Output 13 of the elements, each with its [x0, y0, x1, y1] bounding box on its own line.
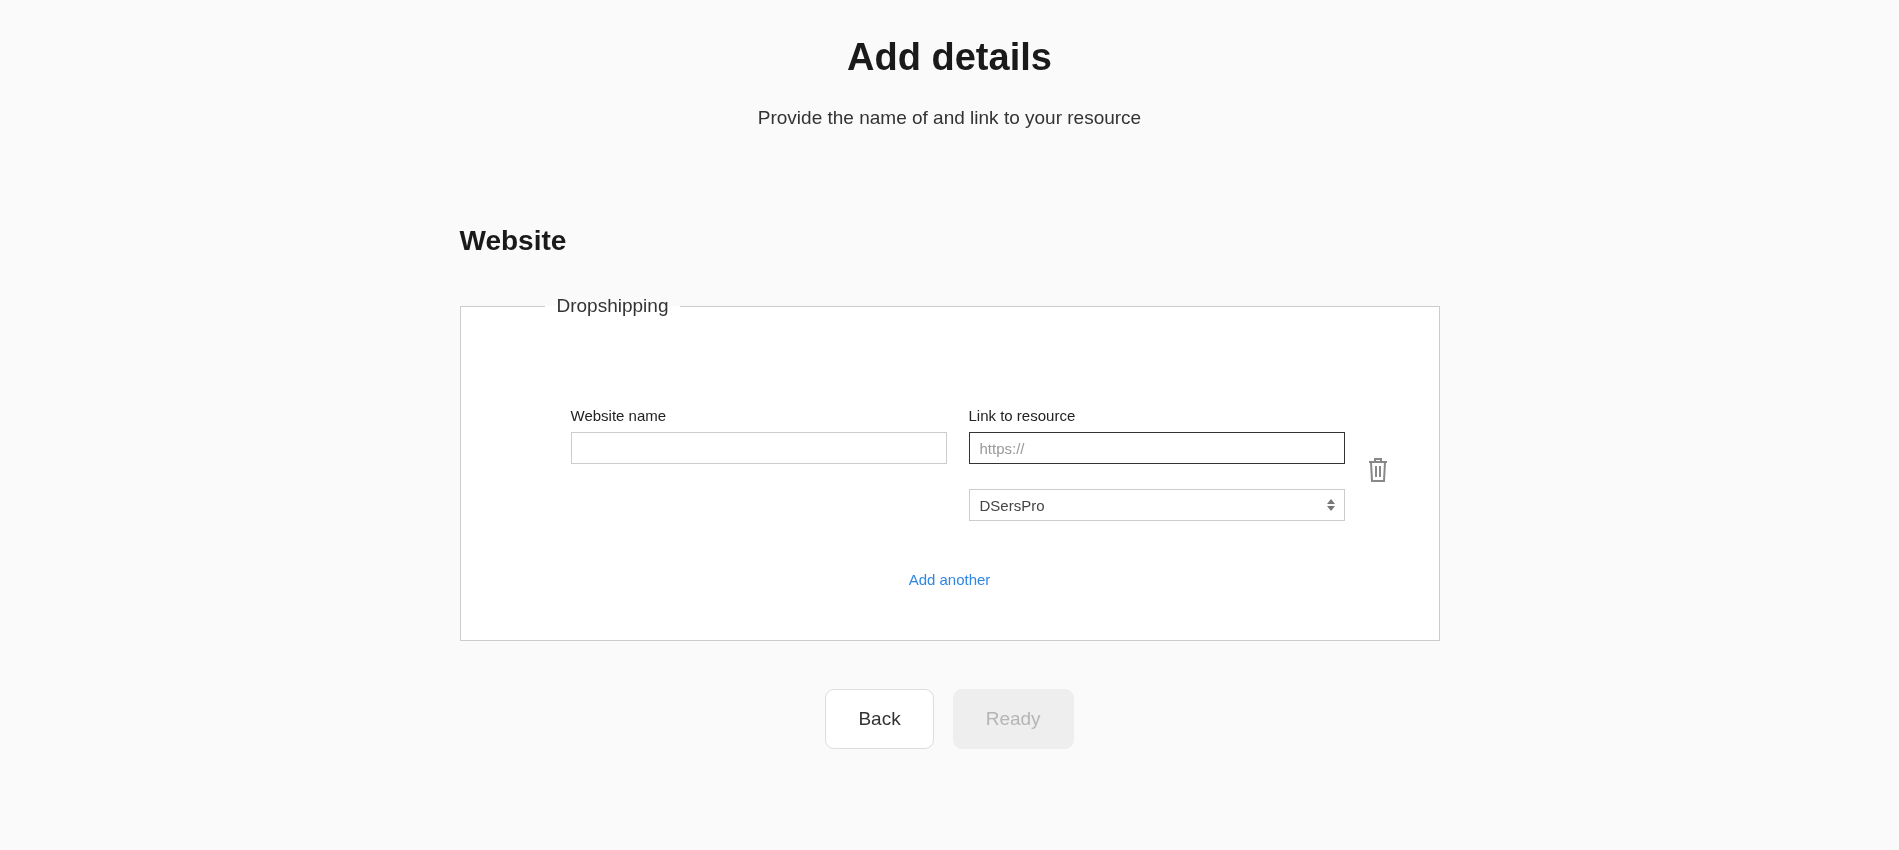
action-button[interactable]: Back	[825, 689, 934, 749]
section-title: Website	[459, 225, 568, 257]
add-another-link[interactable]: Add another	[908, 571, 991, 588]
page-title: Add details	[847, 36, 1052, 79]
trash-icon	[1366, 457, 1389, 483]
delete-button[interactable]	[1366, 457, 1389, 483]
text-field[interactable]: https://	[968, 432, 1345, 464]
field-label: Website name	[570, 407, 668, 424]
resource-select[interactable]: DSersPro	[968, 489, 1345, 521]
field-label: Link to resource	[968, 407, 1077, 424]
sort-arrows-icon	[1325, 498, 1336, 512]
group-legend: Dropshipping	[544, 295, 681, 317]
page-subtitle: Provide the name of and link to your resource	[757, 107, 1142, 129]
